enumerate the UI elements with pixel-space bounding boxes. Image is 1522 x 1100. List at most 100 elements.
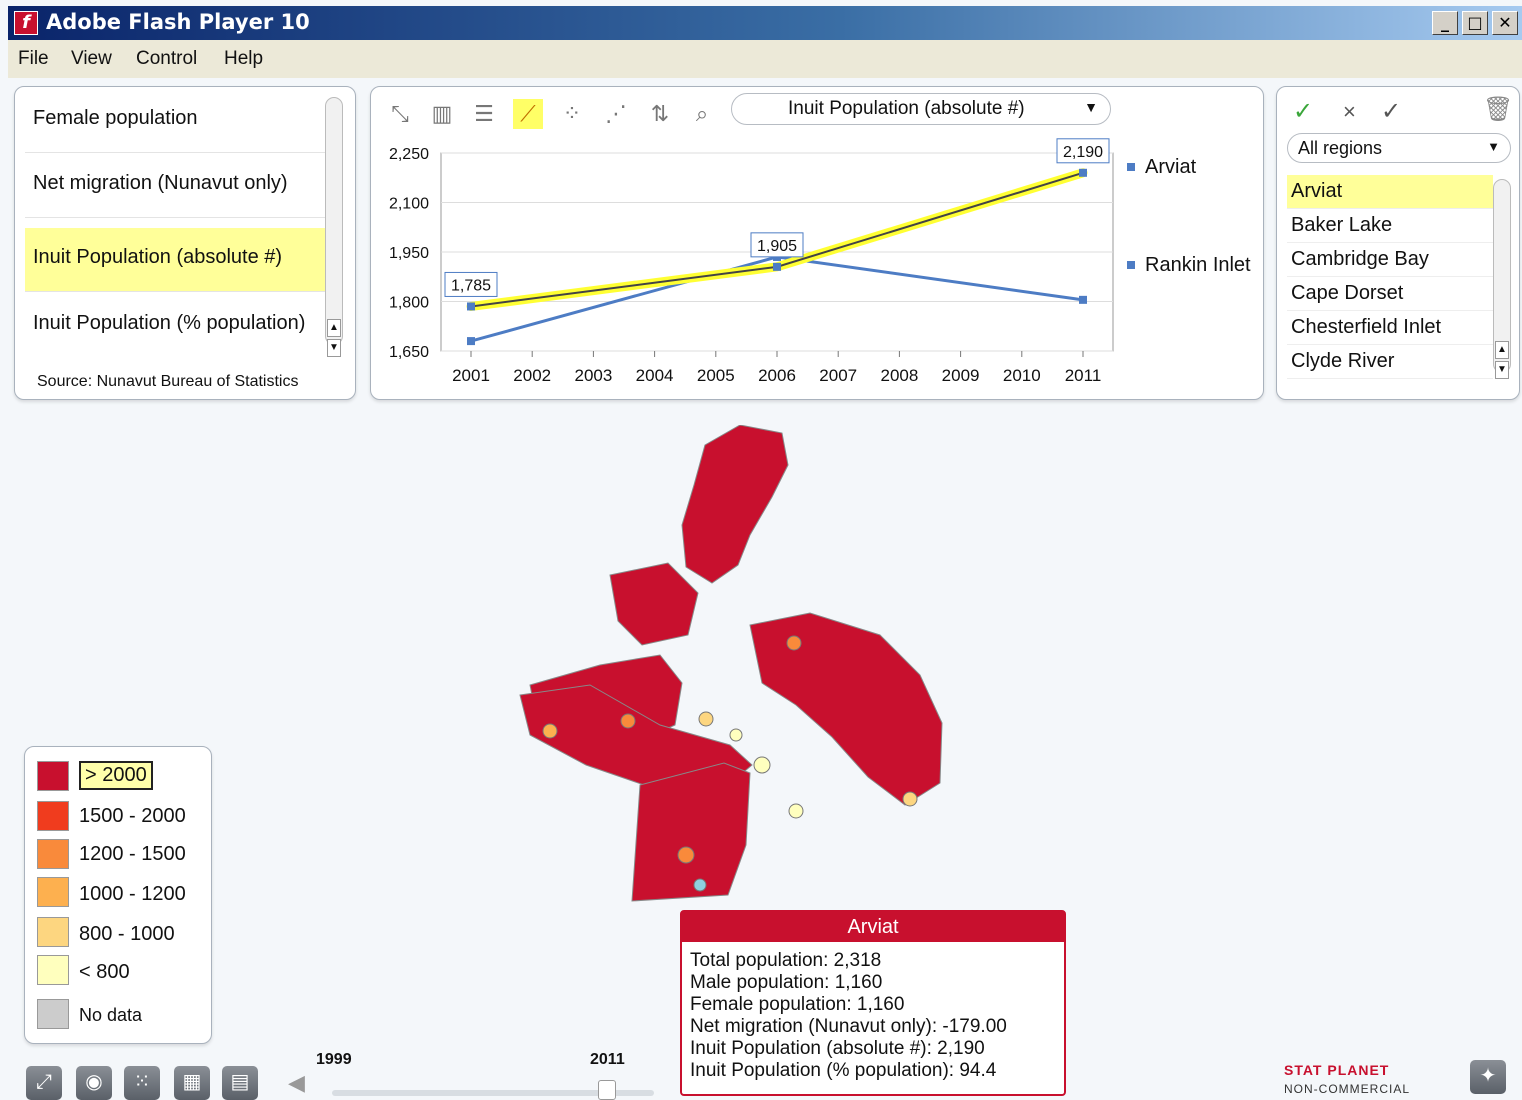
timeline-slider-handle[interactable] <box>598 1080 616 1100</box>
x-tick-label: 2009 <box>942 366 980 385</box>
scatter-map-icon[interactable]: ⁙ <box>124 1066 160 1100</box>
legend-marker <box>1127 163 1135 171</box>
fullscreen-icon[interactable]: ⤢ <box>26 1066 62 1100</box>
indicator-item-selected[interactable]: Inuit Population (absolute #) <box>25 228 325 292</box>
window-titlebar: f Adobe Flash Player 10 _ □ ✕ <box>8 6 1522 40</box>
menu-control[interactable]: Control <box>136 48 197 70</box>
nunavut-map[interactable] <box>500 425 1020 905</box>
region-item[interactable]: Chesterfield Inlet <box>1287 311 1493 345</box>
data-label: 1,785 <box>451 277 491 294</box>
scroll-up-button[interactable]: ▲ <box>327 319 341 337</box>
legend-swatch[interactable] <box>37 839 69 869</box>
legend-swatch[interactable] <box>37 999 69 1029</box>
legend-label-selected[interactable]: > 2000 <box>79 761 153 790</box>
map-regions[interactable] <box>519 425 943 902</box>
close-button[interactable]: ✕ <box>1492 11 1518 35</box>
window-title: Adobe Flash Player 10 <box>46 10 310 34</box>
legend-label[interactable]: < 800 <box>79 961 130 984</box>
trash-icon[interactable]: 🗑 <box>1483 95 1513 124</box>
indicator-item[interactable]: Female population <box>25 89 325 153</box>
legend-label[interactable]: 1500 - 2000 <box>79 805 186 828</box>
legend-swatch[interactable] <box>37 801 69 831</box>
indicator-item[interactable]: Net migration (Nunavut only) <box>25 154 325 218</box>
tooltip-line: Total population: 2,318 <box>690 950 882 971</box>
legend-series-label: Arviat <box>1145 156 1197 178</box>
menu-file[interactable]: File <box>18 48 49 70</box>
scroll-down-button[interactable]: ▼ <box>327 339 341 357</box>
region-dropdown[interactable]: All regions ▼ <box>1287 133 1511 163</box>
region-item[interactable]: Cape Dorset <box>1287 277 1493 311</box>
region-item[interactable]: Cambridge Bay <box>1287 243 1493 277</box>
eye-icon[interactable]: ◉ <box>76 1066 112 1100</box>
map-tooltip: Arviat Total population: 2,318 Male popu… <box>680 910 1066 1096</box>
legend-label[interactable]: 800 - 1000 <box>79 923 175 946</box>
indicator-panel: Female population Net migration (Nunavut… <box>14 86 356 400</box>
minimize-button[interactable]: _ <box>1432 11 1458 35</box>
y-tick-label: 1,800 <box>389 295 429 312</box>
map-region-ellesmere[interactable] <box>681 425 789 584</box>
data-point <box>467 302 475 311</box>
y-tick-label: 2,100 <box>389 196 429 213</box>
data-label: 2,190 <box>1063 144 1103 161</box>
x-tick-label: 2006 <box>758 366 796 385</box>
indicator-item[interactable]: Inuit Population (% population) <box>25 294 325 358</box>
tooltip-line: Male population: 1,160 <box>690 972 883 993</box>
brand-logo: STAT PLANET <box>1284 1062 1390 1078</box>
map-marker[interactable] <box>693 878 707 892</box>
map-marker[interactable] <box>753 756 771 774</box>
chart-panel: ⤡ ▥ ☰ ⟋ ⁘ ⋰ ⇅ ⌕ Inuit Population (absolu… <box>370 86 1264 400</box>
x-tick-label: 2001 <box>452 366 490 385</box>
region-dropdown-label: All regions <box>1298 138 1383 158</box>
notes-icon[interactable]: ▤ <box>222 1066 258 1100</box>
check-icon[interactable]: ✓ <box>1381 97 1401 126</box>
map-marker[interactable] <box>698 711 714 727</box>
region-item[interactable]: Baker Lake <box>1287 209 1493 243</box>
scroll-down-button[interactable]: ▼ <box>1495 361 1509 379</box>
legend-label[interactable]: 1000 - 1200 <box>79 883 186 906</box>
legend-marker <box>1127 261 1135 269</box>
flash-logo-icon: f <box>14 11 38 35</box>
x-tick-label: 2003 <box>574 366 612 385</box>
legend-label[interactable]: No data <box>79 1005 142 1026</box>
timeline-start-label: 1999 <box>316 1051 352 1068</box>
map-marker[interactable] <box>902 791 918 807</box>
map-region-island[interactable] <box>609 562 699 646</box>
legend-swatch[interactable] <box>37 761 69 791</box>
menu-view[interactable]: View <box>71 48 112 70</box>
legend-label[interactable]: 1200 - 1500 <box>79 843 186 866</box>
map-marker[interactable] <box>542 723 558 739</box>
x-tick-label: 2010 <box>1003 366 1041 385</box>
region-panel: ✓ × ✓ 🗑 All regions ▼ Arviat Baker Lake … <box>1276 86 1520 400</box>
select-all-check-icon[interactable]: ✓ <box>1293 97 1313 126</box>
data-point <box>467 337 475 346</box>
menu-help[interactable]: Help <box>224 48 263 70</box>
legend-swatch[interactable] <box>37 877 69 907</box>
tooltip-title: Arviat <box>682 912 1064 942</box>
tooltip-line: Inuit Population (% population): 94.4 <box>690 1060 997 1081</box>
map-marker[interactable] <box>788 803 804 819</box>
map-marker[interactable] <box>620 713 636 729</box>
map-legend: > 2000 1500 - 2000 1200 - 1500 1000 - 12… <box>24 746 212 1044</box>
clear-x-icon[interactable]: × <box>1343 99 1356 125</box>
table-icon[interactable]: ▦ <box>174 1066 210 1100</box>
tooltip-line: Inuit Population (absolute #): 2,190 <box>690 1038 985 1059</box>
map-marker-arviat[interactable] <box>677 846 695 864</box>
map-marker[interactable] <box>729 728 743 742</box>
maximize-button[interactable]: □ <box>1462 11 1488 35</box>
settings-sparkle-icon[interactable]: ✦ <box>1470 1060 1506 1094</box>
data-label: 1,905 <box>757 238 797 255</box>
y-tick-label: 2,250 <box>389 146 429 163</box>
legend-swatch[interactable] <box>37 917 69 947</box>
map-region-kivalliq[interactable] <box>631 762 751 902</box>
legend-swatch[interactable] <box>37 955 69 985</box>
indicator-scrollbar[interactable] <box>325 97 343 345</box>
data-point <box>1079 168 1087 177</box>
x-tick-label: 2008 <box>880 366 918 385</box>
region-item[interactable]: Clyde River <box>1287 345 1493 379</box>
map-region-baffin[interactable] <box>749 612 943 806</box>
timeline-play-back-icon[interactable]: ◀ <box>288 1070 305 1096</box>
region-item-selected[interactable]: Arviat <box>1287 175 1493 209</box>
scroll-up-button[interactable]: ▲ <box>1495 341 1509 359</box>
line-chart: 2,250 2,100 1,950 1,800 1,650 2001 2002 2003 200… <box>389 138 1251 385</box>
map-marker[interactable] <box>786 635 802 651</box>
